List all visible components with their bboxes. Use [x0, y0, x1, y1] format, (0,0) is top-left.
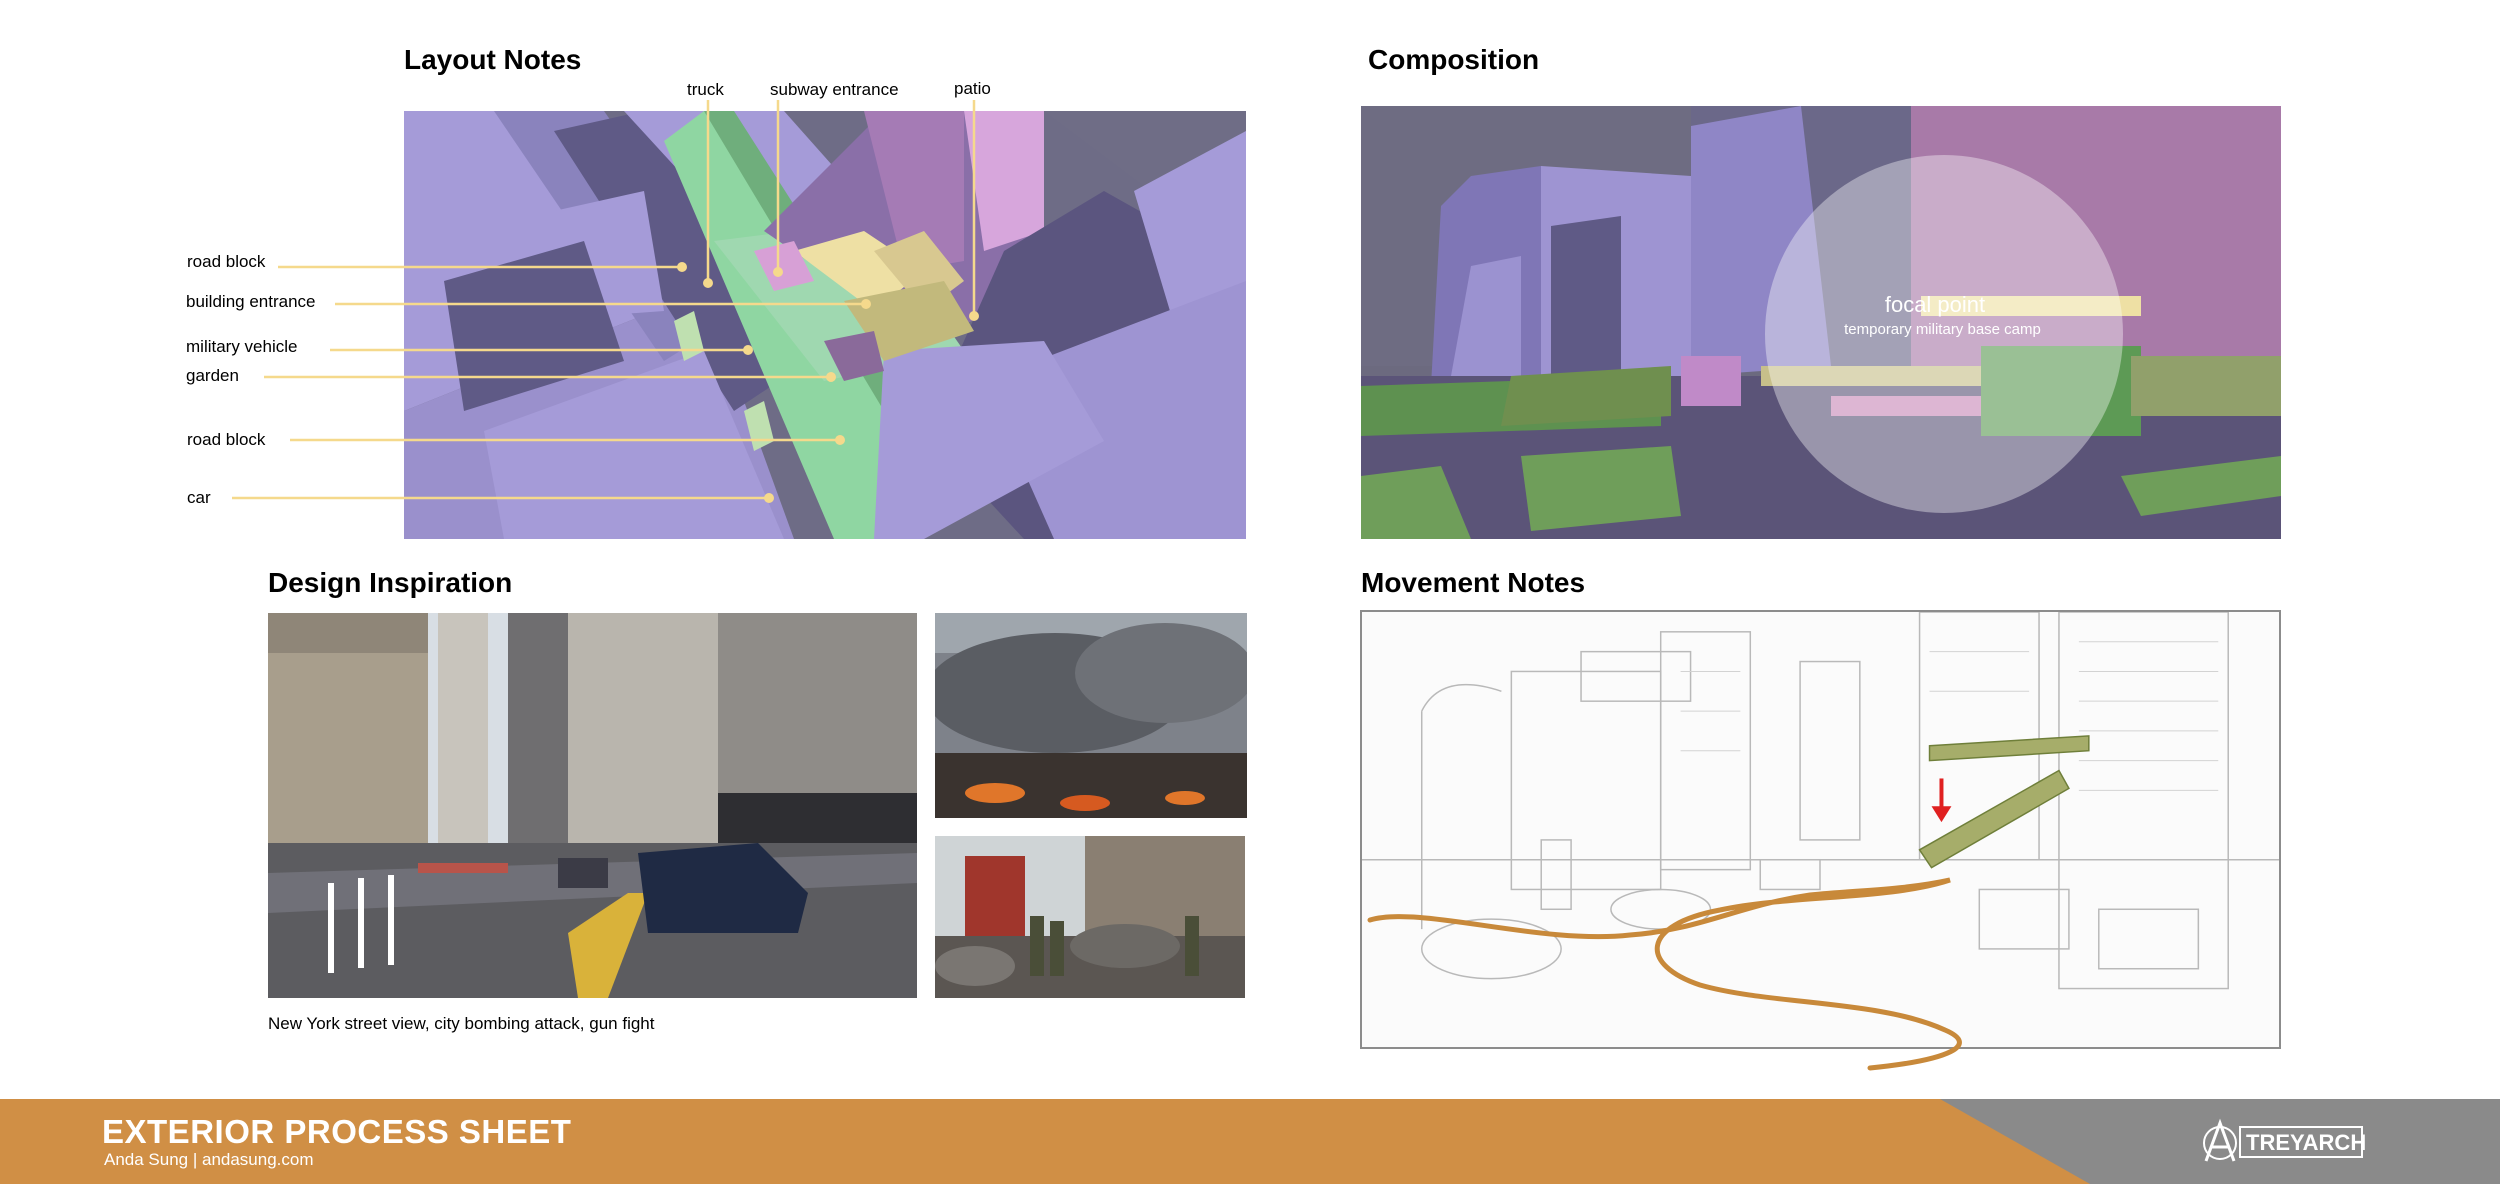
treyarch-logo-text: TREYARCH	[2246, 1130, 2367, 1155]
treyarch-logo: TREYARCH	[2200, 1117, 2367, 1169]
ny-street-photo	[268, 613, 917, 998]
movement-sketch	[1360, 610, 2281, 1049]
focal-point-title: focal point	[1884, 292, 1986, 317]
label-patio: patio	[954, 79, 991, 98]
layout-notes-title: Layout Notes	[404, 44, 582, 75]
label-road-block-top: road block	[187, 252, 266, 271]
label-building-entrance: building entrance	[186, 292, 316, 311]
design-inspiration-title: Design Inspiration	[268, 567, 513, 598]
label-military-vehicle: military vehicle	[186, 337, 298, 356]
layout-notes-map	[404, 111, 1246, 539]
movement-notes-title: Movement Notes	[1361, 567, 1586, 598]
label-car: car	[187, 488, 211, 507]
city-bombing-photo	[935, 613, 1247, 818]
author-credit: Anda Sung | andasung.com	[104, 1150, 314, 1169]
gun-fight-photo	[935, 836, 1245, 998]
sheet-title: EXTERIOR PROCESS SHEET	[102, 1113, 572, 1150]
design-inspiration-caption: New York street view, city bombing attac…	[268, 1014, 655, 1033]
label-subway-entrance: subway entrance	[770, 80, 899, 99]
label-road-block-bottom: road block	[187, 430, 266, 449]
label-truck: truck	[687, 80, 724, 99]
composition-title: Composition	[1368, 44, 1540, 75]
label-garden: garden	[186, 366, 239, 385]
focal-point-subtitle: temporary military base camp	[1844, 321, 2041, 338]
